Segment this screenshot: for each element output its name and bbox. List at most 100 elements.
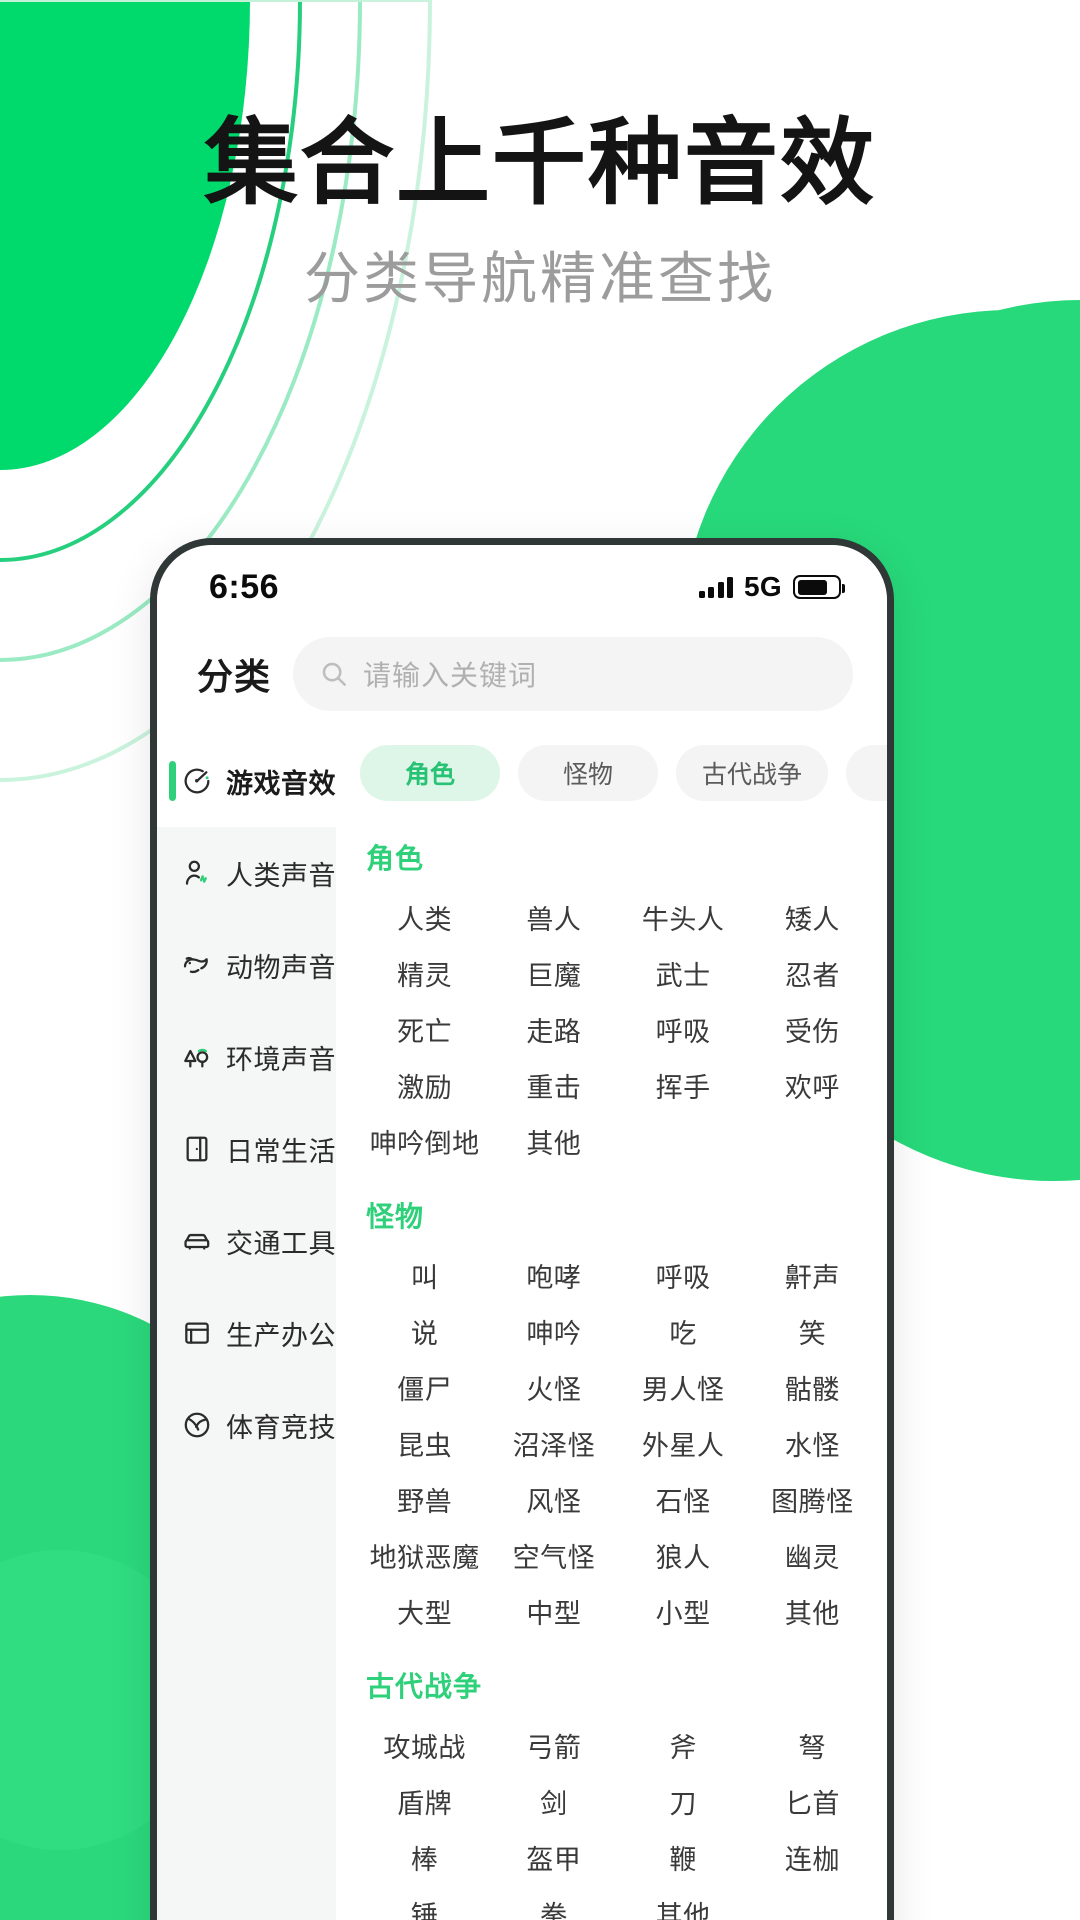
tag-item[interactable]: 精灵: [360, 945, 489, 1001]
tag-item[interactable]: 吃: [619, 1303, 748, 1359]
tag-item[interactable]: 忍者: [748, 945, 877, 1001]
game-controller-icon: [184, 768, 210, 794]
tag-item[interactable]: 呻吟: [489, 1303, 618, 1359]
tag-item[interactable]: 刀: [619, 1773, 748, 1829]
sidebar-filler: [157, 1471, 336, 1920]
sidebar-item-sports[interactable]: 体育竞技: [157, 1379, 336, 1471]
tag-item[interactable]: 盔甲: [489, 1829, 618, 1885]
tag-item[interactable]: 僵尸: [360, 1359, 489, 1415]
sidebar-item-label: 动物声音: [226, 952, 336, 983]
tag-item[interactable]: 锤: [360, 1885, 489, 1920]
category-sidebar: 游戏音效 人类声音 动物声音 环境声音 日常生活 交通工具 生产办公 体育竞技: [157, 731, 336, 1920]
tag-item[interactable]: 骷髅: [748, 1359, 877, 1415]
tag-item[interactable]: 外星人: [619, 1415, 748, 1471]
tag-item[interactable]: 弓箭: [489, 1717, 618, 1773]
ball-icon: [184, 1412, 210, 1438]
tag-item[interactable]: 笑: [748, 1303, 877, 1359]
tag-item[interactable]: 重击: [489, 1057, 618, 1113]
tag-item[interactable]: 叫: [360, 1247, 489, 1303]
tag-grid: 叫 咆哮 呼吸 鼾声 说 呻吟 吃 笑 僵尸 火怪 男人怪 骷髅 昆虫 沼泽怪 …: [360, 1247, 877, 1639]
tag-item[interactable]: 咆哮: [489, 1247, 618, 1303]
tag-item[interactable]: 水怪: [748, 1415, 877, 1471]
tag-item[interactable]: 走路: [489, 1001, 618, 1057]
tag-item[interactable]: 小型: [619, 1583, 748, 1639]
sidebar-item-label: 交通工具: [226, 1228, 336, 1259]
tag-item[interactable]: 男人怪: [619, 1359, 748, 1415]
tag-item[interactable]: 其他: [489, 1113, 618, 1169]
tag-item[interactable]: 其他: [748, 1583, 877, 1639]
hero-section: 集合上千种音效 分类导航精准查找: [0, 112, 1080, 309]
tag-item[interactable]: 呼吸: [619, 1247, 748, 1303]
sidebar-item-environment-voice[interactable]: 环境声音: [157, 1011, 336, 1103]
tag-item[interactable]: 其他: [619, 1885, 748, 1920]
sidebar-item-game-sfx[interactable]: 游戏音效: [157, 735, 336, 827]
tag-item[interactable]: 棒: [360, 1829, 489, 1885]
tag-item[interactable]: 空气怪: [489, 1527, 618, 1583]
tag-item[interactable]: 死亡: [360, 1001, 489, 1057]
tag-item[interactable]: 巨魔: [489, 945, 618, 1001]
tag-item[interactable]: 鼾声: [748, 1247, 877, 1303]
sidebar-item-transport[interactable]: 交通工具: [157, 1195, 336, 1287]
sidebar-item-animal-voice[interactable]: 动物声音: [157, 919, 336, 1011]
filter-chip-monster[interactable]: 怪物: [518, 745, 658, 801]
tag-item[interactable]: 牛头人: [619, 889, 748, 945]
tag-item[interactable]: 受伤: [748, 1001, 877, 1057]
tag-item[interactable]: 人类: [360, 889, 489, 945]
tag-item[interactable]: 矮人: [748, 889, 877, 945]
search-input[interactable]: 请输入关键词: [293, 637, 853, 711]
tag-item[interactable]: 连枷: [748, 1829, 877, 1885]
tag-item[interactable]: 呻吟倒地: [360, 1113, 489, 1169]
page-subtitle: 分类导航精准查找: [304, 246, 776, 310]
tag-item[interactable]: 幽灵: [748, 1527, 877, 1583]
sidebar-item-label: 日常生活: [226, 1136, 336, 1167]
tag-item[interactable]: 拳: [489, 1885, 618, 1920]
tag-item[interactable]: 弩: [748, 1717, 877, 1773]
filter-chip-modern[interactable]: 现代: [846, 745, 887, 801]
tag-item[interactable]: 激励: [360, 1057, 489, 1113]
app-top-bar: 分类 请输入关键词: [157, 619, 887, 731]
tag-item[interactable]: 大型: [360, 1583, 489, 1639]
tag-item[interactable]: 欢呼: [748, 1057, 877, 1113]
sidebar-item-label: 环境声音: [226, 1044, 336, 1075]
tag-item[interactable]: 火怪: [489, 1359, 618, 1415]
tag-group-title: 怪物: [366, 1201, 425, 1232]
filter-chip-ancient-war[interactable]: 古代战争: [676, 745, 829, 801]
tag-item[interactable]: 攻城战: [360, 1717, 489, 1773]
main-content-row: 游戏音效 人类声音 动物声音 环境声音 日常生活 交通工具 生产办公 体育竞技 …: [157, 731, 887, 1920]
battery-icon: [793, 575, 845, 599]
tag-item[interactable]: 武士: [619, 945, 748, 1001]
tag-item[interactable]: 风怪: [489, 1471, 618, 1527]
tag-item[interactable]: 剑: [489, 1773, 618, 1829]
tag-item[interactable]: 盾牌: [360, 1773, 489, 1829]
tag-item[interactable]: 狼人: [619, 1527, 748, 1583]
tag-item[interactable]: 挥手: [619, 1057, 748, 1113]
tag-item[interactable]: 沼泽怪: [489, 1415, 618, 1471]
tag-item[interactable]: 昆虫: [360, 1415, 489, 1471]
tag-item[interactable]: 地狱恶魔: [360, 1527, 489, 1583]
sidebar-item-label: 游戏音效: [226, 768, 336, 799]
tag-item[interactable]: 中型: [489, 1583, 618, 1639]
network-type-label: 5G: [744, 571, 782, 602]
tag-item[interactable]: 斧: [619, 1717, 748, 1773]
tag-item[interactable]: 说: [360, 1303, 489, 1359]
sidebar-item-office[interactable]: 生产办公: [157, 1287, 336, 1379]
tag-item[interactable]: 石怪: [619, 1471, 748, 1527]
person-voice-icon: [185, 860, 207, 885]
tag-item[interactable]: 匕首: [748, 1773, 877, 1829]
tag-item[interactable]: 鞭: [619, 1829, 748, 1885]
phone-screen: 6:56 5G 分类 请输入关键词 游戏音效 人类声音 动物声音 环境声音 日常…: [157, 545, 887, 1920]
door-icon: [186, 1136, 208, 1162]
sidebar-item-human-voice[interactable]: 人类声音: [157, 827, 336, 919]
search-icon: [322, 662, 346, 686]
tag-group-list[interactable]: 角色 人类 兽人 牛头人 矮人 精灵 巨魔 武士 忍者 死亡 走路 呼吸 受伤 …: [336, 817, 887, 1920]
page-title: 集合上千种音效: [203, 110, 876, 215]
sidebar-item-daily-life[interactable]: 日常生活: [157, 1103, 336, 1195]
tag-item[interactable]: 呼吸: [619, 1001, 748, 1057]
tag-item[interactable]: 兽人: [489, 889, 618, 945]
tag-item[interactable]: 图腾怪: [748, 1471, 877, 1527]
filter-chip-role[interactable]: 角色: [360, 745, 500, 801]
filter-chip-row[interactable]: 角色 怪物 古代战争 现代: [336, 731, 887, 817]
tag-item[interactable]: 野兽: [360, 1471, 489, 1527]
tag-group-title: 古代战争: [366, 1671, 483, 1702]
status-bar: 6:56 5G: [157, 545, 887, 619]
